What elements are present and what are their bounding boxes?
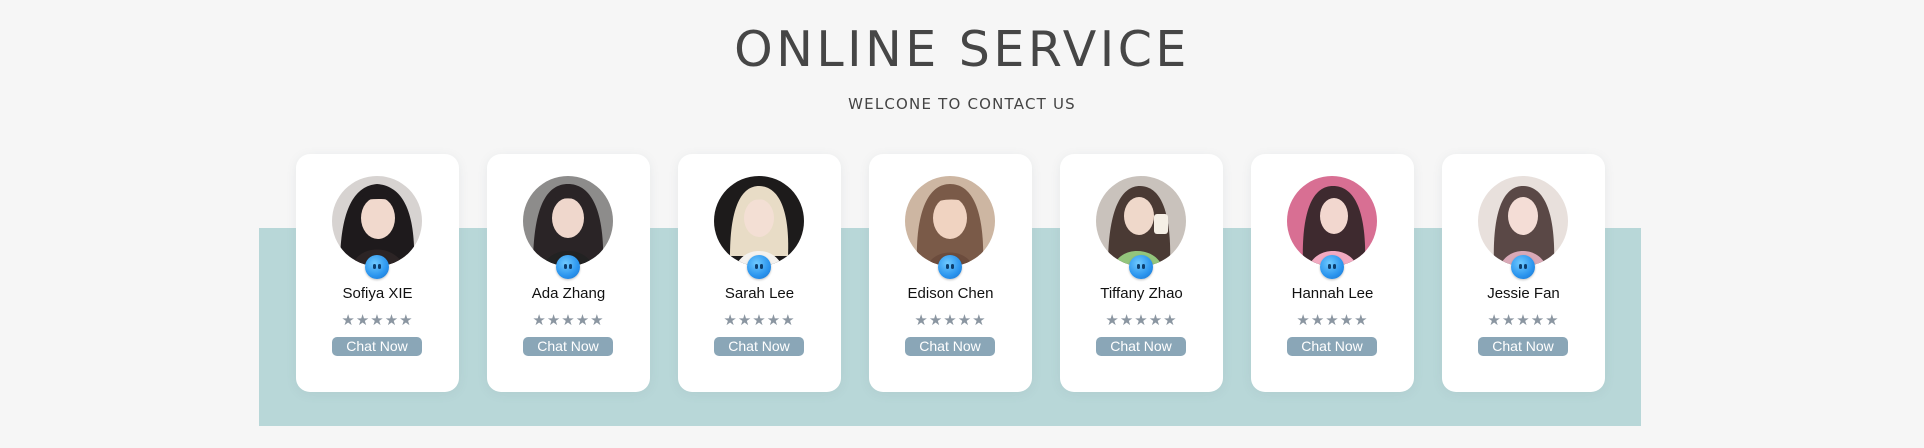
agent-card-hannah-lee: Hannah Lee ★★★★★ Chat Now [1251,154,1414,392]
avatar-container [1478,176,1568,279]
agent-card-ada-zhang: Ada Zhang ★★★★★ Chat Now [487,154,650,392]
avatar-container [1096,176,1186,279]
rating-stars: ★★★★★ [532,311,605,329]
chat-mascot-badge-icon [1320,255,1344,279]
agent-card-tiffany-zhao: Tiffany Zhao ★★★★★ Chat Now [1060,154,1223,392]
chat-mascot-badge-icon [556,255,580,279]
chat-mascot-badge-icon [365,255,389,279]
chat-mascot-badge-icon [1129,255,1153,279]
agent-name: Jessie Fan [1487,285,1560,302]
chat-now-button[interactable]: Chat Now [1287,337,1377,356]
agent-card-sarah-lee: Sarah Lee ★★★★★ Chat Now [678,154,841,392]
avatar[interactable] [905,176,995,266]
avatar-container [1287,176,1377,279]
avatar-container [332,176,422,279]
avatar[interactable] [714,176,804,266]
rating-stars: ★★★★★ [1296,311,1369,329]
chat-now-button[interactable]: Chat Now [523,337,613,356]
agent-card-jessie-fan: Jessie Fan ★★★★★ Chat Now [1442,154,1605,392]
page-subtitle: WELCONE TO CONTACT US [848,95,1076,113]
avatar[interactable] [523,176,613,266]
avatar[interactable] [1096,176,1186,266]
chat-now-button[interactable]: Chat Now [1478,337,1568,356]
rating-stars: ★★★★★ [341,311,414,329]
agent-name: Edison Chen [907,285,994,302]
chat-now-button[interactable]: Chat Now [905,337,995,356]
chat-now-button[interactable]: Chat Now [1096,337,1186,356]
agent-name: Hannah Lee [1291,285,1374,302]
avatar-container [714,176,804,279]
page-title: ONLINE SERVICE [734,21,1190,78]
avatar-container [905,176,995,279]
chat-now-button[interactable]: Chat Now [714,337,804,356]
chat-mascot-badge-icon [938,255,962,279]
rating-stars: ★★★★★ [1487,311,1560,329]
avatar[interactable] [1478,176,1568,266]
agent-name: Sarah Lee [724,285,795,302]
agent-name: Ada Zhang [531,285,606,302]
avatar[interactable] [332,176,422,266]
agent-card-edison-chen: Edison Chen ★★★★★ Chat Now [869,154,1032,392]
agent-card-sofiya-xie: Sofiya XIE ★★★★★ Chat Now [296,154,459,392]
avatar[interactable] [1287,176,1377,266]
rating-stars: ★★★★★ [1105,311,1178,329]
rating-stars: ★★★★★ [723,311,796,329]
chat-mascot-badge-icon [1511,255,1535,279]
chat-mascot-badge-icon [747,255,771,279]
agent-name: Tiffany Zhao [1100,285,1183,302]
rating-stars: ★★★★★ [914,311,987,329]
agent-name: Sofiya XIE [342,285,413,302]
chat-now-button[interactable]: Chat Now [332,337,422,356]
avatar-container [523,176,613,279]
